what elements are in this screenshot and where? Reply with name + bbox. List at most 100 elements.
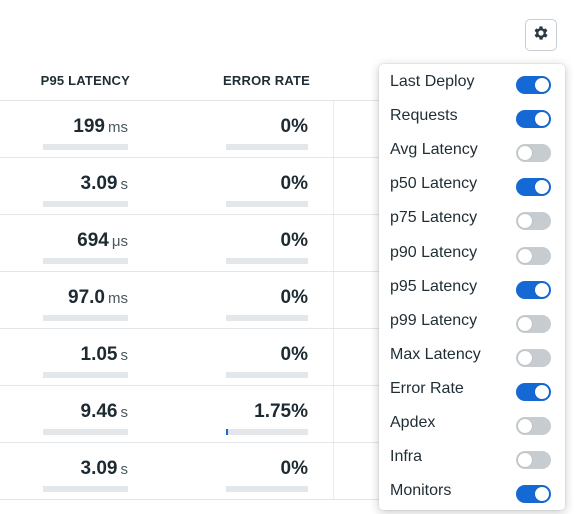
p95-latency-unit: s	[120, 347, 129, 364]
infra-toggle[interactable]	[516, 451, 551, 470]
p99-latency-toggle[interactable]	[516, 314, 551, 333]
p95-latency-bar	[43, 258, 128, 264]
p95-latency-header[interactable]: P95 LATENCY	[0, 73, 130, 88]
menu-item-label: Avg Latency	[390, 141, 478, 159]
p75-latency-toggle[interactable]	[516, 212, 551, 231]
error-rate-header[interactable]: ERROR RATE	[150, 73, 310, 88]
column-divider	[333, 158, 334, 214]
toggle-knob	[535, 78, 549, 92]
p95-latency-number: 97.0	[68, 287, 105, 308]
p90-latency-toggle[interactable]	[516, 246, 551, 265]
error-rate-cell: 0%	[150, 443, 310, 499]
toggle-knob	[535, 282, 549, 297]
error-rate-cell: 0%	[150, 215, 310, 271]
p95-latency-bar	[43, 144, 128, 150]
menu-item-p50-latency[interactable]: p50 Latency	[379, 167, 565, 201]
menu-item-label: p50 Latency	[390, 175, 478, 193]
error-rate-value: 0%	[280, 344, 308, 365]
toggle-knob	[535, 384, 549, 399]
error-rate-value: 0%	[280, 173, 308, 194]
error-rate-cell: 1.75%	[150, 386, 310, 442]
menu-item-monitors[interactable]: Monitors	[379, 474, 565, 508]
table-row[interactable]: 9.46 s 1.75%	[0, 386, 420, 443]
error-rate-cell: 0%	[150, 329, 310, 385]
toggle-knob	[518, 316, 532, 331]
error-rate-value: 0%	[280, 116, 308, 137]
apdex-toggle[interactable]	[516, 417, 551, 435]
last-deploy-toggle[interactable]	[516, 76, 551, 94]
p95-latency-number: 694	[77, 230, 109, 251]
column-divider	[333, 443, 334, 499]
menu-item-infra[interactable]: Infra	[379, 440, 565, 474]
menu-item-max-latency[interactable]: Max Latency	[379, 338, 565, 372]
p95-latency-cell: 199 ms	[0, 101, 130, 157]
p95-latency-value: 694 μs	[77, 230, 128, 252]
p95-latency-bar	[43, 429, 128, 435]
error-rate-toggle[interactable]	[516, 382, 551, 401]
max-latency-toggle[interactable]	[516, 348, 551, 367]
p95-latency-unit: ms	[108, 290, 128, 307]
menu-item-label: p99 Latency	[390, 311, 478, 329]
error-rate-cell: 0%	[150, 158, 310, 214]
avg-latency-toggle[interactable]	[516, 144, 551, 163]
p95-latency-number: 9.46	[80, 401, 118, 422]
menu-item-label: p90 Latency	[390, 243, 478, 261]
table-row[interactable]: 199 ms 0%	[0, 101, 420, 158]
error-rate-value: 1.75%	[254, 401, 308, 422]
error-rate-bar	[226, 372, 308, 378]
menu-item-label: Max Latency	[390, 345, 481, 363]
menu-item-requests[interactable]: Requests	[379, 99, 565, 133]
menu-item-last-deploy[interactable]: Last Deploy	[379, 65, 565, 99]
menu-item-label: Infra	[390, 448, 423, 466]
p95-latency-value: 3.09 s	[81, 458, 128, 480]
p95-latency-cell: 3.09 s	[0, 158, 130, 214]
table-row[interactable]: 3.09 s 0%	[0, 443, 420, 500]
toggle-knob	[535, 180, 549, 195]
p95-latency-unit: s	[120, 404, 129, 421]
p95-latency-number: 199	[73, 116, 105, 137]
p95-latency-number: 3.09	[80, 458, 118, 479]
menu-item-label: Requests	[390, 107, 458, 125]
p95-latency-bar	[43, 201, 128, 207]
column-toggle-menu: Last Deploy Requests Avg Latency p50 Lat…	[379, 64, 565, 510]
menu-item-p95-latency[interactable]: p95 Latency	[379, 270, 565, 304]
error-rate-bar	[226, 201, 308, 207]
monitors-toggle[interactable]	[516, 485, 551, 504]
p95-latency-unit: μs	[111, 233, 128, 250]
menu-item-error-rate[interactable]: Error Rate	[379, 372, 565, 406]
p95-latency-value: 1.05 s	[81, 344, 128, 366]
error-rate-cell: 0%	[150, 272, 310, 328]
table-row[interactable]: 3.09 s 0%	[0, 158, 420, 215]
column-settings-button[interactable]	[525, 19, 557, 51]
toggle-knob	[518, 419, 532, 433]
requests-toggle[interactable]	[516, 110, 551, 129]
menu-item-p75-latency[interactable]: p75 Latency	[379, 201, 565, 235]
menu-item-label: p75 Latency	[390, 209, 478, 227]
toggle-knob	[535, 112, 549, 127]
p95-latency-cell: 694 μs	[0, 215, 130, 271]
menu-item-label: Error Rate	[390, 379, 464, 397]
p95-latency-value: 9.46 s	[81, 401, 128, 423]
menu-item-avg-latency[interactable]: Avg Latency	[379, 133, 565, 167]
p95-latency-toggle[interactable]	[516, 280, 551, 299]
menu-item-label: Apdex	[390, 414, 436, 431]
p95-latency-cell: 1.05 s	[0, 329, 130, 385]
p95-latency-value: 199 ms	[73, 116, 128, 138]
p95-latency-cell: 97.0 ms	[0, 272, 130, 328]
column-divider	[333, 386, 334, 442]
error-rate-value: 0%	[280, 230, 308, 251]
gear-icon	[532, 24, 550, 47]
column-divider	[333, 215, 334, 271]
menu-item-apdex[interactable]: Apdex	[379, 406, 565, 440]
table-row[interactable]: 694 μs 0%	[0, 215, 420, 272]
menu-item-p90-latency[interactable]: p90 Latency	[379, 236, 565, 270]
table-row[interactable]: 1.05 s 0%	[0, 329, 420, 386]
column-divider	[333, 329, 334, 385]
error-rate-value: 0%	[280, 287, 308, 308]
table-row[interactable]: 97.0 ms 0%	[0, 272, 420, 329]
toggle-knob	[518, 453, 532, 468]
error-rate-bar	[226, 429, 308, 435]
menu-item-p99-latency[interactable]: p99 Latency	[379, 304, 565, 338]
p95-latency-value: 97.0 ms	[68, 287, 128, 309]
p50-latency-toggle[interactable]	[516, 178, 551, 197]
